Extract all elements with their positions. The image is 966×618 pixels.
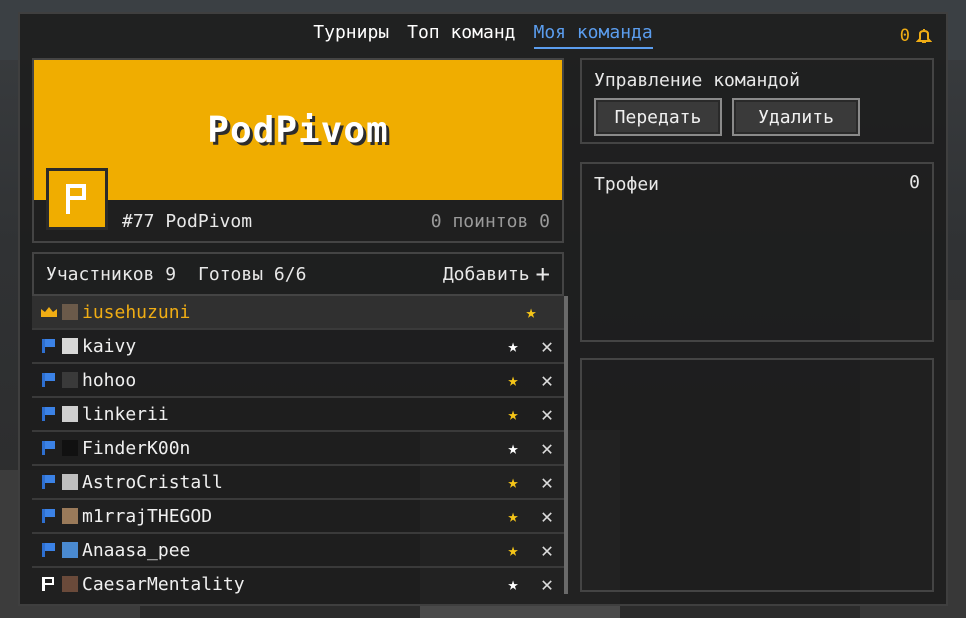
top-nav: Турниры Топ команд Моя команда (20, 22, 946, 62)
trophies-count: 0 (909, 172, 920, 193)
avatar (62, 372, 78, 388)
blue-flag-icon (40, 440, 58, 456)
member-actions: ★ ✕ (504, 436, 556, 460)
add-member-label: Добавить (442, 263, 530, 285)
member-name: AstroCristall (82, 471, 223, 493)
avatar (62, 338, 78, 354)
member-name: FinderK00n (82, 437, 191, 459)
star-icon[interactable]: ★ (504, 370, 522, 391)
management-title: Управление командой (594, 70, 800, 91)
remove-member-icon[interactable]: ✕ (538, 436, 556, 460)
member-name: kaivy (82, 335, 137, 357)
member-row[interactable]: CaesarMentality ★ ✕ (32, 568, 564, 594)
member-row[interactable]: m1rrajTHEGOD ★ ✕ (32, 500, 564, 534)
member-name: CaesarMentality (82, 573, 245, 595)
member-row[interactable]: iusehuzuni ★ (32, 296, 564, 330)
trophies-title: Трофеи (594, 174, 660, 195)
avatar (62, 576, 78, 592)
member-name: hohoo (82, 369, 137, 391)
blue-flag-icon (40, 474, 58, 490)
member-row[interactable]: linkerii ★ ✕ (32, 398, 564, 432)
avatar (62, 440, 78, 456)
member-actions: ★ ✕ (504, 538, 556, 562)
tab-my-team[interactable]: Моя команда (533, 22, 653, 49)
star-icon[interactable]: ★ (504, 472, 522, 493)
member-row[interactable]: AstroCristall ★ ✕ (32, 466, 564, 500)
star-icon[interactable]: ★ (522, 302, 540, 323)
member-row[interactable]: hohoo ★ ✕ (32, 364, 564, 398)
remove-member-icon[interactable]: ✕ (538, 572, 556, 594)
star-icon[interactable]: ★ (504, 404, 522, 425)
team-points: 0 поинтов 0 (430, 211, 550, 232)
avatar (62, 508, 78, 524)
star-icon[interactable]: ★ (504, 336, 522, 357)
notifications-button[interactable]: 0 (900, 26, 932, 46)
team-panel: Турниры Топ команд Моя команда 0 PodPivo… (18, 12, 948, 606)
member-actions: ★ ✕ (504, 572, 556, 594)
team-name-title: PodPivom (207, 109, 389, 151)
remove-member-icon[interactable]: ✕ (538, 504, 556, 528)
members-header: Участников 9 Готовы 6/6 Добавить + (32, 252, 564, 296)
team-rank-name: #77 PodPivom (122, 211, 253, 232)
star-icon[interactable]: ★ (504, 540, 522, 561)
member-actions: ★ ✕ (504, 470, 556, 494)
avatar (62, 542, 78, 558)
member-actions: ★ ✕ (504, 504, 556, 528)
member-name: linkerii (82, 403, 169, 425)
remove-member-icon[interactable]: ✕ (538, 402, 556, 426)
member-actions: ★ ✕ (504, 334, 556, 358)
avatar (62, 304, 78, 320)
plus-icon: + (535, 260, 550, 288)
member-actions: ★ ✕ (504, 402, 556, 426)
blue-flag-icon (40, 508, 58, 524)
remove-member-icon[interactable]: ✕ (538, 470, 556, 494)
members-list[interactable]: iusehuzuni ★ kaivy ★ ✕ hohoo ★ ✕ linkerii ★ ✕ Finde… (32, 296, 568, 594)
avatar (62, 474, 78, 490)
members-count: Участников 9 (46, 263, 177, 285)
ready-count: Готовы 6/6 (198, 263, 307, 285)
trophies-panel: Трофеи 0 (580, 162, 934, 342)
member-row[interactable]: FinderK00n ★ ✕ (32, 432, 564, 466)
tab-tournaments[interactable]: Турниры (313, 22, 389, 49)
blue-flag-icon (40, 372, 58, 388)
notifications-count: 0 (899, 26, 910, 46)
star-icon[interactable]: ★ (504, 438, 522, 459)
bell-icon (916, 29, 932, 43)
transfer-button[interactable]: Передать (594, 98, 722, 136)
star-icon[interactable]: ★ (504, 574, 522, 595)
remove-member-icon[interactable]: ✕ (538, 538, 556, 562)
member-row[interactable]: Anaasa_pee ★ ✕ (32, 534, 564, 568)
member-actions: ★ (522, 302, 556, 323)
team-management: Управление командой Передать Удалить (580, 58, 934, 144)
remove-member-icon[interactable]: ✕ (538, 334, 556, 358)
team-info-bar: #77 PodPivom 0 поинтов 0 (34, 200, 562, 243)
blue-flag-icon (40, 338, 58, 354)
team-banner: PodPivom #77 PodPivom 0 поинтов 0 (32, 58, 564, 243)
crown-icon (40, 304, 58, 320)
blue-flag-icon (40, 406, 58, 422)
avatar (62, 406, 78, 422)
tab-top-teams[interactable]: Топ команд (407, 22, 515, 49)
blue-flag-icon (40, 542, 58, 558)
add-member-button[interactable]: Добавить + (443, 262, 550, 286)
team-banner-color: PodPivom (34, 60, 562, 200)
member-name: iusehuzuni (82, 301, 191, 323)
member-name: Anaasa_pee (82, 539, 191, 561)
member-actions: ★ ✕ (504, 368, 556, 392)
white-flag-icon (40, 576, 58, 592)
star-icon[interactable]: ★ (504, 506, 522, 527)
member-row[interactable]: kaivy ★ ✕ (32, 330, 564, 364)
empty-panel (580, 358, 934, 592)
delete-button[interactable]: Удалить (732, 98, 860, 136)
remove-member-icon[interactable]: ✕ (538, 368, 556, 392)
member-name: m1rrajTHEGOD (82, 505, 213, 527)
